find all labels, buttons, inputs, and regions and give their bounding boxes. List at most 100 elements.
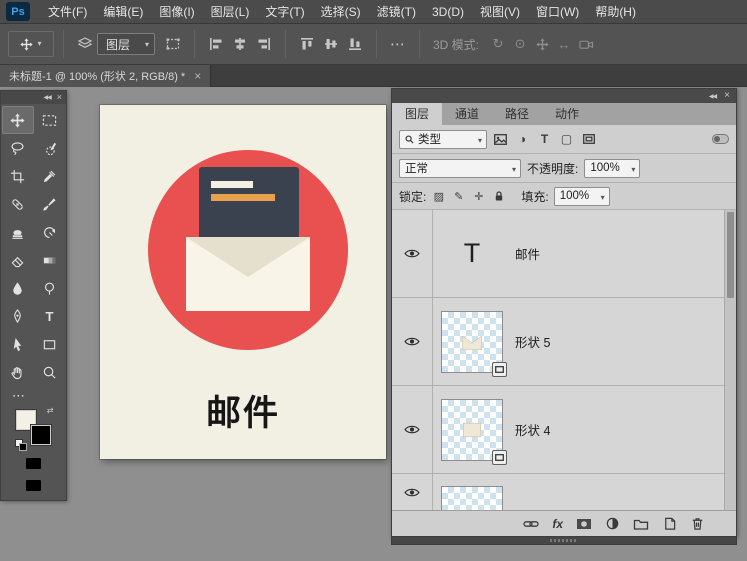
show-transform-controls-toggle[interactable] [161,32,185,56]
marquee-tool[interactable] [34,106,66,134]
menu-file[interactable]: 文件(F) [40,0,95,24]
menu-select[interactable]: 选择(S) [313,0,369,24]
layer-visibility-toggle[interactable] [392,474,433,510]
layer-name[interactable]: 形状 5 [515,332,550,351]
fill-input[interactable]: 100% ▾ [554,187,610,206]
align-left-button[interactable] [204,32,228,56]
panel-resize-handle[interactable] [391,537,737,545]
opacity-input[interactable]: 100% ▾ [584,159,640,178]
swap-colors-icon[interactable]: ⇄ [47,406,54,415]
more-align-options-button[interactable]: ⋯ [386,32,410,56]
align-right-button[interactable] [252,32,276,56]
canvas-area[interactable]: 邮件 [100,105,386,459]
eyedropper-tool[interactable] [34,162,66,190]
tool-preset-picker[interactable]: ▾ [8,31,54,57]
align-bottom-button[interactable] [343,32,367,56]
tab-paths[interactable]: 路径 [492,103,542,125]
zoom-tool[interactable] [34,358,66,386]
auto-select-icon[interactable] [73,32,97,56]
default-colors-icon[interactable] [19,443,27,451]
spot-healing-brush-tool[interactable] [2,190,34,218]
new-layer-button[interactable] [662,516,677,531]
eraser-tool[interactable] [2,246,34,274]
menu-edit[interactable]: 编辑(E) [95,0,151,24]
tab-actions[interactable]: 动作 [542,103,592,125]
layer-style-button[interactable]: fx [552,517,563,531]
blur-tool[interactable] [2,274,34,302]
type-tool[interactable]: T [34,302,66,330]
align-top-button[interactable] [295,32,319,56]
menu-filter[interactable]: 滤镜(T) [369,0,424,24]
align-center-horizontal-button[interactable] [228,32,252,56]
hand-tool[interactable] [2,358,34,386]
pen-tool[interactable] [2,302,34,330]
close-icon[interactable]: × [57,93,62,102]
blend-mode-select[interactable]: 正常 ▾ [399,159,521,178]
3d-slide-button[interactable]: ↔ [553,33,575,55]
link-layers-button[interactable] [523,517,539,531]
layer-filtering-toggle[interactable] [712,134,729,144]
layer-row-partial[interactable] [392,474,736,510]
add-layer-mask-button[interactable] [576,517,592,531]
quick-selection-tool[interactable] [34,134,66,162]
close-icon[interactable]: × [194,69,201,83]
layer-row-mail-text[interactable]: T 邮件 [392,210,736,298]
filter-pixel-layers-button[interactable] [492,131,509,148]
lock-all-button[interactable] [491,188,506,204]
screen-mode-button[interactable] [1,474,66,496]
menu-type[interactable]: 文字(T) [257,0,312,24]
menu-window[interactable]: 窗口(W) [528,0,587,24]
tools-panel-header[interactable]: ◀◀ × [1,91,66,104]
layer-row-shape-4[interactable]: 形状 4 [392,386,736,474]
new-adjustment-layer-button[interactable] [605,516,620,531]
rectangle-tool[interactable] [34,330,66,358]
crop-tool[interactable] [2,162,34,190]
layer-visibility-toggle[interactable] [392,210,433,297]
layer-name[interactable]: 邮件 [515,244,540,263]
3d-orbit-button[interactable]: ↻ [487,33,509,55]
align-center-vertical-button[interactable] [319,32,343,56]
filter-smart-objects-button[interactable] [580,131,597,148]
path-selection-tool[interactable] [2,330,34,358]
edit-toolbar-button[interactable]: ⋯ [1,386,66,406]
history-brush-tool[interactable] [34,218,66,246]
layer-visibility-toggle[interactable] [392,386,433,473]
layer-thumbnail[interactable]: T [440,222,504,286]
collapse-panel-icon[interactable]: ◀◀ [709,93,716,100]
layer-name[interactable]: 形状 4 [515,420,550,439]
lock-image-pixels-button[interactable]: ✎ [451,188,466,204]
filter-type-layers-button[interactable]: T [536,131,553,148]
tab-channels[interactable]: 通道 [442,103,492,125]
brush-tool[interactable] [34,190,66,218]
quick-mask-button[interactable] [1,452,66,474]
menu-image[interactable]: 图像(I) [151,0,202,24]
3d-pan-button[interactable] [531,33,553,55]
auto-select-target-select[interactable]: 图层 ▾ [97,33,155,55]
filter-adjustment-layers-button[interactable]: ◑ [514,131,531,148]
clone-stamp-tool[interactable] [2,218,34,246]
collapse-panel-icon[interactable]: ◀◀ [44,94,51,101]
lasso-tool[interactable] [2,134,34,162]
document-tab[interactable]: 未标题-1 @ 100% (形状 2, RGB/8) * × [0,65,211,87]
3d-roll-button[interactable]: ⊙ [509,33,531,55]
tab-layers[interactable]: 图层 [392,103,442,125]
3d-scale-button[interactable] [575,33,597,55]
lock-transparent-pixels-button[interactable]: ▨ [431,188,446,204]
dodge-tool[interactable] [34,274,66,302]
layer-thumbnail[interactable] [440,485,504,510]
menu-3d[interactable]: 3D(D) [424,1,472,23]
layer-row-shape-5[interactable]: 形状 5 [392,298,736,386]
menu-help[interactable]: 帮助(H) [587,0,644,24]
layer-visibility-toggle[interactable] [392,298,433,385]
filter-kind-select[interactable]: 类型 ▾ [399,130,487,149]
menu-view[interactable]: 视图(V) [472,0,528,24]
new-group-button[interactable] [633,517,649,531]
layers-scrollbar[interactable] [724,210,736,510]
filter-shape-layers-button[interactable]: ▢ [558,131,575,148]
move-tool[interactable] [2,106,34,134]
panel-group-header[interactable]: ◀◀ × [392,89,736,103]
gradient-tool[interactable] [34,246,66,274]
lock-position-button[interactable]: ✛ [471,188,486,204]
close-icon[interactable]: × [724,91,730,101]
layer-thumbnail[interactable] [440,398,504,462]
